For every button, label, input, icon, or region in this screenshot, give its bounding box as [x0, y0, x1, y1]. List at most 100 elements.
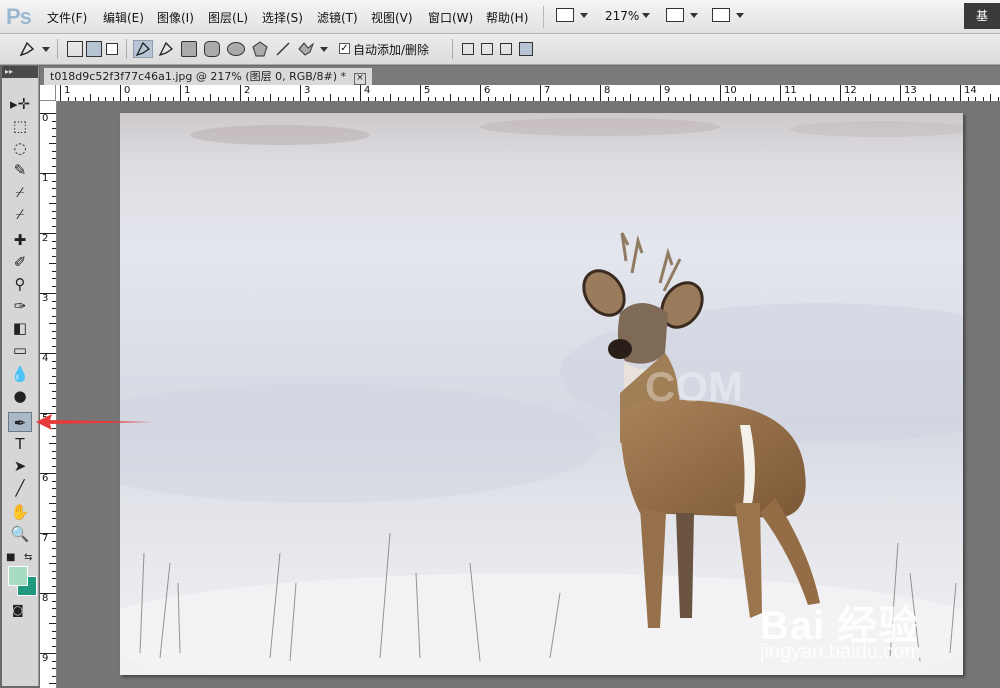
- ruler-tick: [690, 94, 691, 101]
- close-icon[interactable]: ×: [354, 73, 367, 85]
- exclude-paths-icon[interactable]: [519, 42, 533, 56]
- ruler-tick: [52, 585, 56, 587]
- ruler-label: 2: [244, 85, 251, 96]
- clone-stamp-tool[interactable]: ⚲: [8, 274, 32, 294]
- pen-preset-icon[interactable]: [18, 41, 36, 57]
- paths-mode-icon[interactable]: [86, 41, 102, 57]
- line-tool[interactable]: ╱: [8, 478, 32, 498]
- ruler-tick: [180, 85, 181, 101]
- hand-tool[interactable]: ✋: [8, 502, 32, 522]
- blur-tool[interactable]: 💧: [8, 364, 32, 384]
- vertical-ruler[interactable]: 0123456789: [40, 101, 57, 688]
- ruler-label: 3: [304, 85, 311, 96]
- chevron-down-icon[interactable]: [690, 13, 698, 18]
- ruler-tick: [49, 683, 56, 684]
- horizontal-ruler[interactable]: 1 0 1 2 3 4 5 6 7 8 9 10 11 12 13 14: [56, 85, 1000, 102]
- pen-tool-option-icon[interactable]: [133, 40, 153, 58]
- menu-select[interactable]: 选择(S): [262, 9, 303, 26]
- history-brush-tool[interactable]: ✑: [8, 296, 32, 316]
- ruler-label: 4: [364, 85, 371, 96]
- chevron-down-icon[interactable]: [580, 13, 588, 18]
- ruler-origin[interactable]: [40, 85, 56, 101]
- ruler-tick: [52, 518, 56, 519]
- canvas-area[interactable]: COM Bai 经验 jingyan.baidu.com: [57, 101, 1000, 688]
- gradient-tool[interactable]: ▭: [8, 340, 32, 360]
- menu-file[interactable]: 文件(F): [47, 9, 87, 26]
- menu-image[interactable]: 图像(I): [157, 9, 194, 26]
- menu-view[interactable]: 视图(V): [371, 9, 413, 26]
- marquee-tool[interactable]: ⬚: [8, 116, 32, 136]
- move-tool[interactable]: ▸✛: [8, 94, 32, 114]
- type-tool[interactable]: T: [8, 434, 32, 454]
- ruler-tick: [270, 94, 271, 101]
- zoom-tool[interactable]: 🔍: [8, 524, 32, 544]
- menu-edit[interactable]: 编辑(E): [103, 9, 144, 26]
- ruler-tick: [40, 653, 56, 654]
- ruler-tick: [52, 398, 56, 399]
- ruler-tick: [52, 668, 56, 669]
- tools-panel: ▸▸ ▸✛ ⬚ ◌ ✎ ⌿ ⌿ ✚ ✐ ⚲ ✑ ◧ ▭ 💧 ● ✒ T ➤ ╱ ✋ 🔍 ■ ⇆ ◙: [2, 66, 39, 686]
- ruler-tick: [52, 278, 56, 279]
- rounded-rectangle-icon[interactable]: [204, 41, 220, 57]
- combine-paths-icon[interactable]: [462, 43, 474, 55]
- arrange-documents-icon[interactable]: [666, 8, 684, 22]
- ruler-tick: [480, 85, 481, 101]
- chevron-down-icon[interactable]: [42, 47, 50, 52]
- default-colors-icon[interactable]: ■: [6, 552, 15, 563]
- menu-window[interactable]: 窗口(W): [428, 9, 473, 26]
- ruler-tick: [49, 143, 56, 144]
- chevron-down-icon[interactable]: [642, 13, 650, 18]
- subtract-paths-icon[interactable]: [481, 43, 493, 55]
- swap-colors-icon[interactable]: ⇆: [24, 552, 32, 563]
- freeform-pen-icon[interactable]: [156, 40, 176, 58]
- ruler-label: 0: [42, 113, 49, 124]
- fill-pixels-icon[interactable]: [106, 43, 118, 55]
- chevron-down-icon[interactable]: [736, 13, 744, 18]
- rectangle-shape-icon[interactable]: [181, 41, 197, 57]
- ruler-tick: [240, 85, 241, 101]
- menu-help[interactable]: 帮助(H): [486, 9, 528, 26]
- chevron-down-icon[interactable]: [320, 47, 328, 52]
- healing-brush-tool[interactable]: ✚: [8, 230, 32, 250]
- ruler-tick: [52, 435, 56, 437]
- tools-panel-header[interactable]: ▸▸: [2, 66, 38, 78]
- ruler-tick: [52, 600, 56, 602]
- ruler-label: 3: [42, 293, 49, 304]
- menu-filter[interactable]: 滤镜(T): [317, 9, 358, 26]
- bridge-icon[interactable]: [556, 8, 574, 22]
- custom-shape-icon[interactable]: [296, 39, 316, 59]
- screen-mode-icon[interactable]: [712, 8, 730, 22]
- ruler-tick: [570, 94, 571, 101]
- intersect-paths-icon[interactable]: [500, 43, 512, 55]
- path-select-tool[interactable]: ➤: [8, 456, 32, 476]
- ruler-tick: [52, 120, 56, 122]
- ruler-tick: [390, 94, 391, 101]
- brush-tool[interactable]: ✐: [8, 252, 32, 272]
- document-image[interactable]: COM Bai 经验 jingyan.baidu.com: [120, 113, 963, 675]
- eyedropper-tool[interactable]: ⌿: [8, 204, 32, 224]
- ruler-tick: [49, 623, 56, 624]
- zoom-level[interactable]: 217%: [605, 9, 639, 23]
- shape-layers-icon[interactable]: [67, 41, 83, 57]
- menu-layer[interactable]: 图层(L): [208, 9, 248, 26]
- eraser-tool[interactable]: ◧: [8, 318, 32, 338]
- dodge-tool[interactable]: ●: [8, 386, 32, 406]
- polygon-shape-icon[interactable]: [251, 40, 269, 58]
- auto-add-delete-checkbox[interactable]: ✓: [339, 43, 350, 54]
- ruler-label: 7: [42, 533, 49, 544]
- ruler-tick: [49, 563, 56, 564]
- ruler-tick: [52, 248, 56, 249]
- line-shape-icon[interactable]: [274, 40, 292, 58]
- document-tab[interactable]: t018d9c52f3f77c46a1.jpg @ 217% (图层 0, RG…: [44, 68, 373, 85]
- ruler-tick: [49, 323, 56, 324]
- ellipse-shape-icon[interactable]: [227, 42, 245, 56]
- crop-tool[interactable]: ⌿: [8, 182, 32, 202]
- annotation-arrow: [36, 414, 154, 430]
- lasso-tool[interactable]: ◌: [8, 138, 32, 158]
- ruler-tick: [52, 645, 56, 647]
- quick-select-tool[interactable]: ✎: [8, 160, 32, 180]
- foreground-color-swatch[interactable]: [8, 566, 28, 586]
- workspace-button[interactable]: 基: [964, 3, 1000, 29]
- pen-tool[interactable]: ✒: [8, 412, 32, 432]
- quick-mask-icon[interactable]: ◙: [12, 603, 24, 617]
